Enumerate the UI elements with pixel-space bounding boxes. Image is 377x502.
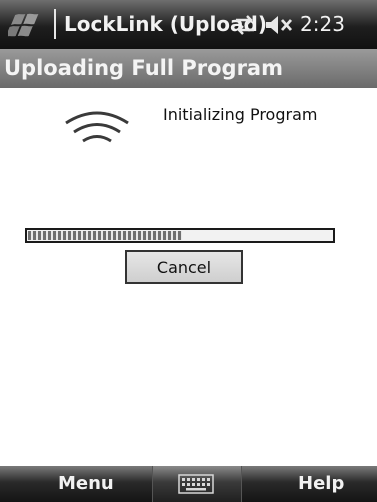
wireless-signal-icon bbox=[62, 105, 132, 149]
keyboard-icon[interactable] bbox=[178, 474, 214, 494]
help-softkey[interactable]: Help bbox=[298, 471, 344, 497]
clock[interactable]: 2:23 bbox=[300, 10, 345, 38]
status-text: Initializing Program bbox=[163, 105, 318, 124]
progress-fill bbox=[28, 231, 183, 240]
device-screen: LockLink (Upload) 2:23 Uploading Full Pr… bbox=[0, 0, 377, 502]
upload-progress-bar bbox=[25, 228, 335, 243]
menu-softkey[interactable]: Menu bbox=[58, 471, 114, 497]
cancel-button[interactable]: Cancel bbox=[125, 250, 243, 284]
status-bar: LockLink (Upload) 2:23 bbox=[0, 0, 377, 49]
windows-flag-icon[interactable] bbox=[5, 11, 50, 39]
status-divider bbox=[54, 9, 56, 39]
connectivity-arrows-icon[interactable] bbox=[233, 14, 257, 36]
speaker-muted-icon[interactable] bbox=[264, 14, 296, 36]
window-title-bar: Uploading Full Program bbox=[0, 49, 377, 88]
window-title: Uploading Full Program bbox=[4, 56, 283, 80]
